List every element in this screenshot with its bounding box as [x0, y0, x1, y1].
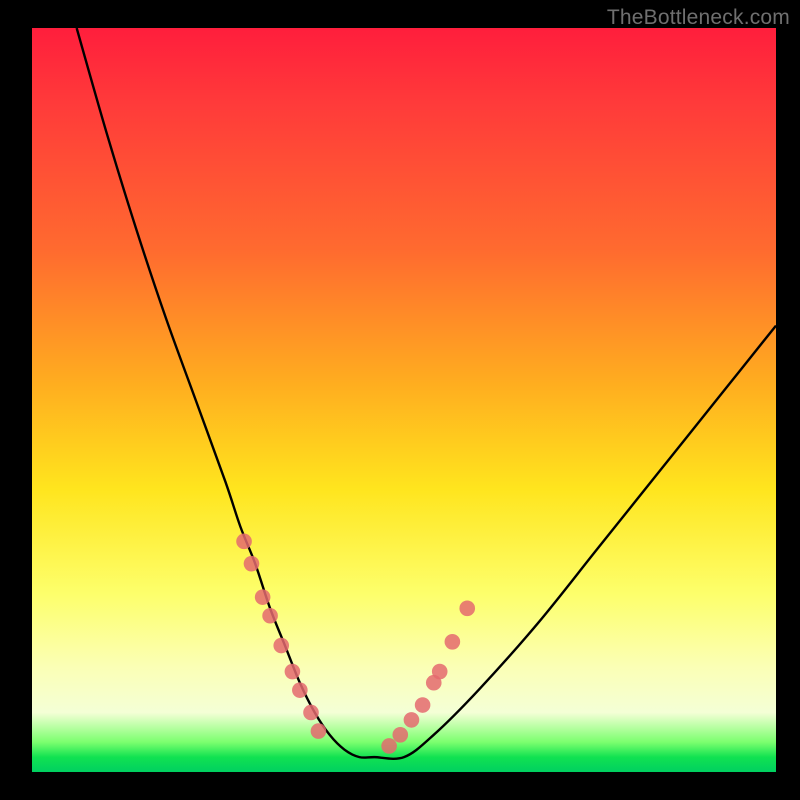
highlighted-points — [236, 534, 475, 754]
marker-point — [415, 697, 431, 713]
watermark: TheBottleneck.com — [607, 6, 790, 30]
marker-point — [236, 534, 252, 550]
chart-frame: TheBottleneck.com — [0, 0, 800, 800]
marker-point — [244, 556, 260, 572]
marker-point — [311, 723, 327, 739]
marker-point — [273, 638, 289, 654]
marker-point — [392, 727, 408, 743]
marker-point — [404, 712, 420, 728]
plot-area — [32, 28, 776, 772]
marker-point — [262, 608, 278, 624]
marker-point — [255, 589, 271, 605]
bottleneck-curve — [77, 28, 776, 759]
marker-point — [303, 705, 319, 721]
chart-svg — [32, 28, 776, 772]
marker-point — [292, 682, 308, 698]
marker-point — [459, 601, 475, 617]
marker-point — [285, 664, 301, 680]
marker-point — [445, 634, 461, 650]
marker-point — [381, 738, 397, 754]
marker-point — [432, 664, 448, 680]
